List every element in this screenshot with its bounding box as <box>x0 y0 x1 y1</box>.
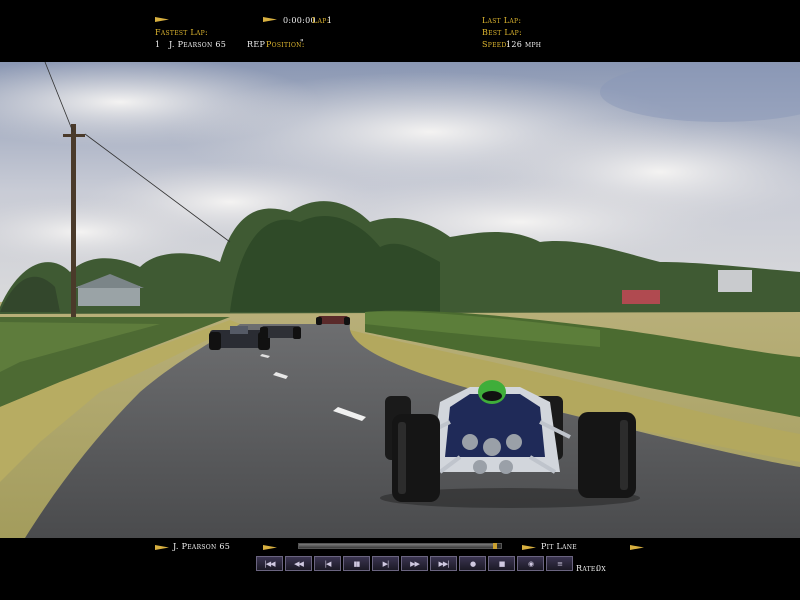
pause-button[interactable]: ▮▮ <box>343 556 370 571</box>
position-value: " <box>300 38 304 47</box>
replay-progress-handle[interactable] <box>492 543 497 549</box>
building <box>78 286 140 306</box>
play-button[interactable]: ▶▶ <box>401 556 428 571</box>
race-timer: 0:00:00 <box>283 16 316 25</box>
fastest-lap-label: Fastest Lap: <box>155 28 209 37</box>
step-forward-button[interactable]: ▶| <box>372 556 399 571</box>
fast-rewind-button[interactable]: ◀◀ <box>285 556 312 571</box>
lap-value: 1 <box>327 16 333 25</box>
pennant-icon <box>155 545 169 550</box>
fastest-lap-driver: J. Pearson 65 <box>169 40 227 49</box>
camera-button[interactable]: ◉ <box>517 556 544 571</box>
position-label: Position: <box>266 40 305 49</box>
best-lap-label: Best Lap: <box>482 28 522 37</box>
replay-progress-bar[interactable] <box>298 543 502 549</box>
pennant-icon <box>155 17 169 22</box>
grandstand <box>718 270 752 292</box>
opponent-car <box>316 316 350 325</box>
fastest-lap-position: 1 <box>155 40 161 49</box>
race-viewport[interactable] <box>0 62 800 538</box>
speed-value: 126 mph <box>506 40 542 49</box>
top-hud: 0:00:00 Lap: 1 Fastest Lap: 1 J. Pearson… <box>0 0 800 62</box>
pennant-icon <box>263 545 277 550</box>
replay-progress-fill <box>299 544 497 548</box>
pennant-icon <box>630 545 644 550</box>
step-back-button[interactable]: |◀ <box>314 556 341 571</box>
stop-button[interactable]: ■ <box>488 556 515 571</box>
replay-driver: J. Pearson 65 <box>173 542 231 551</box>
camera-mode[interactable]: Pit Lane <box>541 542 577 551</box>
record-button[interactable]: ● <box>459 556 486 571</box>
skip-to-start-button[interactable]: |◀◀ <box>256 556 283 571</box>
bus <box>622 290 660 304</box>
options-button[interactable]: ≡ <box>546 556 573 571</box>
opponent-car <box>260 326 301 339</box>
pennant-icon <box>522 545 536 550</box>
replay-controls: |◀◀ ◀◀ |◀ ▮▮ ▶| ▶▶ ▶▶| ● ■ ◉ ≡ <box>256 556 573 571</box>
skip-to-end-button[interactable]: ▶▶| <box>430 556 457 571</box>
replay-indicator: REP <box>247 40 266 49</box>
last-lap-label: Last Lap: <box>482 16 522 25</box>
rate-value: 0x <box>596 564 606 573</box>
pennant-icon <box>263 17 277 22</box>
